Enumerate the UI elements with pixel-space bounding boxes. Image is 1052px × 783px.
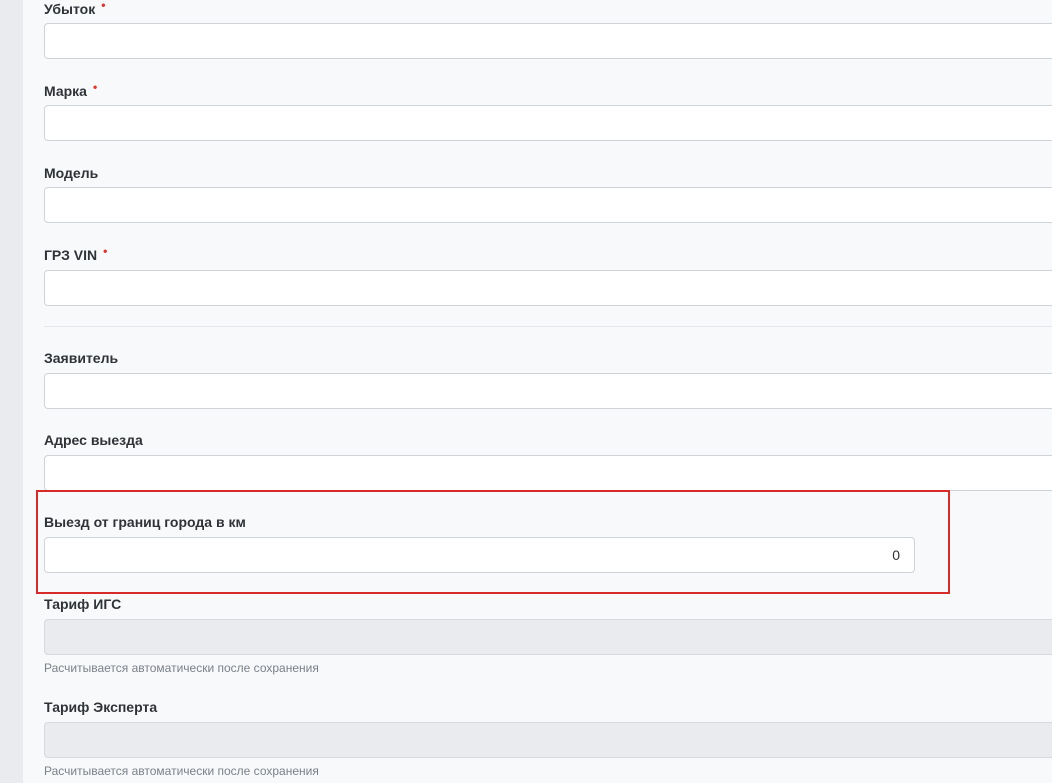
field-label-marka: Марка • (44, 80, 98, 99)
field-label-tarif-igs: Тариф ИГС (44, 596, 121, 612)
model-input[interactable] (44, 187, 1052, 223)
field-label-grz-vin: ГРЗ VIN • (44, 244, 108, 263)
label-text: Тариф ИГС (44, 596, 122, 612)
label-text: Выезд от границ города в км (44, 514, 246, 530)
tarif-experta-hint: Расчитывается автоматически после сохран… (44, 764, 319, 778)
label-text: Модель (44, 165, 99, 181)
label-text: Заявитель (44, 350, 119, 366)
adres-input[interactable] (44, 455, 1052, 491)
tarif-igs-input (44, 619, 1052, 655)
label-text: Убыток (44, 1, 96, 17)
marka-input[interactable] (44, 105, 1052, 141)
required-marker: • (92, 80, 98, 94)
field-label-tarif-experta: Тариф Эксперта (44, 699, 157, 715)
required-marker: • (103, 244, 108, 258)
km-input[interactable] (44, 537, 915, 573)
label-text: Адрес выезда (44, 432, 143, 448)
section-divider (44, 326, 1052, 327)
field-label-km: Выезд от границ города в км (44, 514, 246, 530)
sidebar-strip (0, 0, 23, 783)
label-text: ГРЗ VIN (44, 247, 98, 263)
field-label-model: Модель (44, 165, 98, 181)
field-label-adres: Адрес выезда (44, 432, 143, 448)
field-label-zayavitel: Заявитель (44, 350, 118, 366)
required-marker: • (101, 0, 106, 12)
field-label-ubytok: Убыток • (44, 0, 106, 17)
label-text: Тариф Эксперта (44, 699, 158, 715)
grz-vin-input[interactable] (44, 270, 1052, 306)
ubytok-input[interactable] (44, 23, 1052, 59)
zayavitel-input[interactable] (44, 373, 1052, 409)
tarif-experta-input (44, 722, 1052, 758)
tarif-igs-hint: Расчитывается автоматически после сохран… (44, 661, 319, 675)
label-text: Марка (44, 83, 87, 99)
